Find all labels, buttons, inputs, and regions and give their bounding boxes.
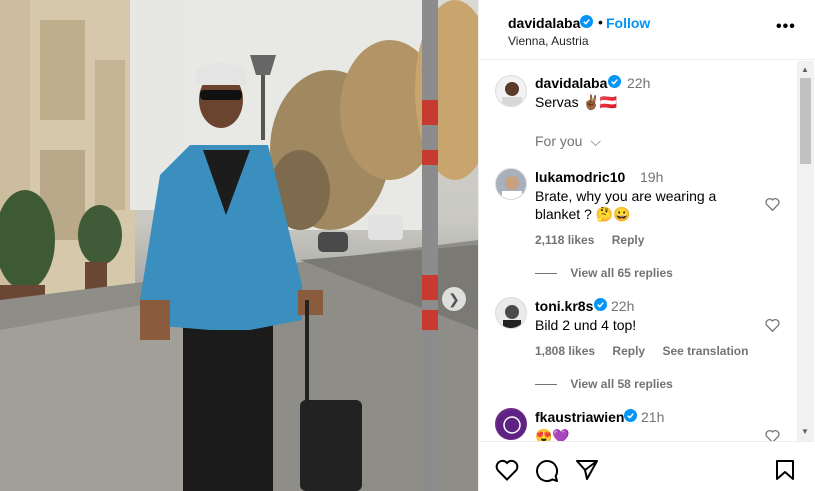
comment-text-continued: blanket ? 🤔😀: [535, 206, 631, 222]
chevron-right-icon: ❯: [448, 290, 460, 307]
chevron-down-icon: ⌵: [590, 133, 601, 149]
view-replies-button[interactable]: View all 58 replies: [535, 377, 673, 391]
post-location[interactable]: Vienna, Austria: [508, 34, 589, 48]
avatar[interactable]: [495, 297, 527, 329]
scroll-up-arrow-icon[interactable]: ▲: [801, 65, 809, 74]
heart-icon[interactable]: [765, 197, 780, 216]
post-actions-bar: [479, 441, 815, 491]
comment-text: Bild 2 und 4 top!: [535, 317, 637, 333]
verified-badge-icon: [624, 409, 637, 427]
post-panel: davidalaba • Follow Vienna, Austria ••• …: [478, 0, 815, 491]
comment-icon[interactable]: [535, 459, 559, 488]
heart-icon[interactable]: [765, 429, 780, 441]
comment-time: 22h: [611, 298, 635, 314]
view-replies-label: View all 58 replies: [570, 377, 673, 391]
comments-scrollbar[interactable]: ▲ ▼: [797, 61, 814, 441]
comment-username[interactable]: toni.kr8s: [535, 298, 593, 314]
photo-scene: [0, 0, 478, 491]
comment-username[interactable]: fkaustriawien: [535, 409, 624, 425]
heart-icon[interactable]: [765, 318, 780, 337]
avatar[interactable]: [495, 75, 527, 107]
replies-divider: [535, 273, 557, 275]
for-you-label: For you: [535, 133, 583, 149]
more-options-button[interactable]: •••: [776, 18, 796, 36]
for-you-sort-button[interactable]: For you ⌵: [535, 133, 601, 150]
reply-button[interactable]: Reply: [612, 344, 645, 358]
scrollbar-thumb[interactable]: [800, 78, 811, 164]
caption-username[interactable]: davidalaba: [535, 75, 607, 91]
verified-badge-icon: [580, 15, 593, 33]
caption-text: Servas ✌🏾🇦🇹: [535, 94, 618, 110]
verified-badge-icon: [594, 298, 607, 316]
see-translation-button[interactable]: See translation: [662, 344, 748, 358]
comments-list: davidalaba 22h Servas ✌🏾🇦🇹 For you ⌵ luk…: [479, 61, 797, 441]
comment-username[interactable]: lukamodric10: [535, 169, 625, 185]
comment-time: 21h: [641, 409, 665, 425]
likes-count[interactable]: 2,118 likes: [535, 233, 594, 247]
avatar[interactable]: [495, 168, 527, 200]
follow-button[interactable]: Follow: [606, 15, 650, 31]
comment-meta: 2,118 likes Reply: [535, 233, 658, 247]
comment-meta: 1,808 likes Reply See translation: [535, 344, 762, 358]
next-image-button[interactable]: ❯: [442, 287, 466, 311]
avatar[interactable]: [495, 408, 527, 440]
separator-dot: •: [598, 14, 603, 30]
replies-divider: [535, 384, 557, 386]
bookmark-icon[interactable]: [775, 459, 795, 486]
heart-icon[interactable]: [495, 459, 519, 486]
post-header: davidalaba • Follow Vienna, Austria •••: [479, 0, 815, 60]
share-icon[interactable]: [575, 459, 599, 486]
author-username[interactable]: davidalaba: [508, 15, 580, 31]
comment-text: Brate, why you are wearing a: [535, 188, 717, 204]
view-replies-label: View all 65 replies: [570, 266, 673, 280]
comment-text: 😍💜: [535, 428, 570, 441]
view-replies-button[interactable]: View all 65 replies: [535, 266, 673, 280]
verified-badge-icon: [608, 75, 621, 93]
comment-time: 19h: [640, 169, 664, 185]
post-photo: ❯: [0, 0, 478, 491]
likes-count[interactable]: 1,808 likes: [535, 344, 595, 358]
scroll-down-arrow-icon[interactable]: ▼: [801, 427, 809, 436]
reply-button[interactable]: Reply: [612, 233, 645, 247]
caption-time: 22h: [627, 75, 651, 91]
